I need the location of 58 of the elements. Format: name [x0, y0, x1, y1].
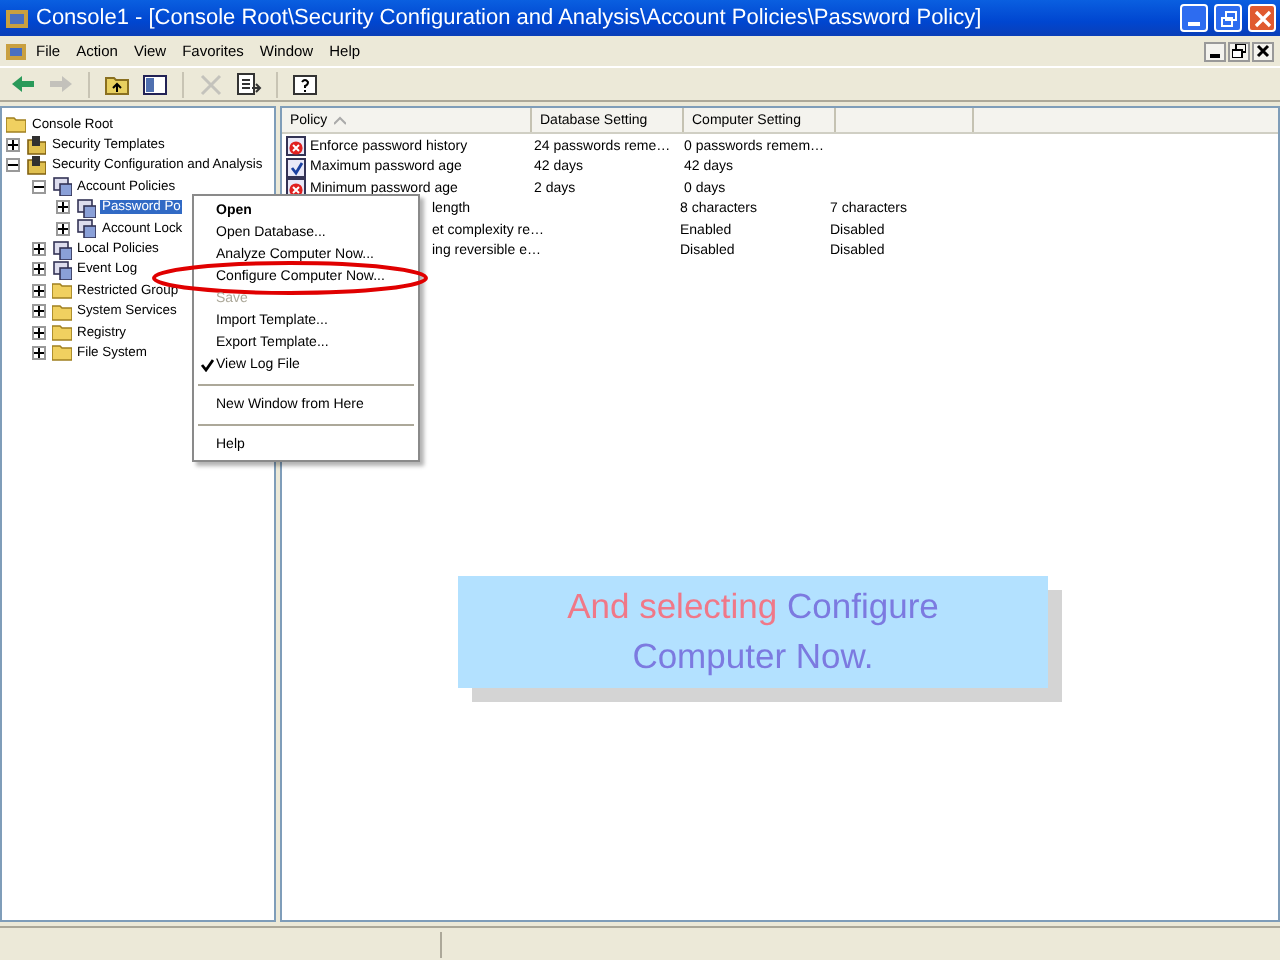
caption-text: And selecting Configure Computer Now.: [565, 584, 941, 680]
pane-icon: [142, 71, 168, 97]
app-icon: [4, 5, 30, 31]
sort-icon: [333, 115, 346, 125]
plus-icon: [33, 306, 43, 317]
expand-toggle[interactable]: [31, 325, 45, 340]
export-list-icon: [236, 71, 262, 97]
policy-icon: [51, 239, 71, 260]
collapse-toggle[interactable]: [31, 179, 45, 194]
close-icon: [1253, 9, 1271, 27]
expand-toggle[interactable]: [6, 138, 20, 153]
plus-icon: [58, 223, 68, 234]
plus-icon: [8, 140, 18, 151]
back-arrow-icon: [10, 71, 36, 97]
policy-icon: [51, 176, 71, 197]
plus-icon: [58, 202, 68, 213]
forward-arrow-icon: [48, 71, 74, 97]
expand-toggle[interactable]: [31, 283, 45, 298]
plus-icon: [33, 347, 43, 358]
minimize-icon: [1188, 22, 1200, 26]
minus-icon: [33, 181, 43, 192]
close-button[interactable]: [1252, 41, 1274, 61]
expand-toggle[interactable]: [56, 200, 70, 215]
help-icon: [292, 71, 318, 97]
policy-icon: [51, 259, 71, 280]
expand-toggle[interactable]: [31, 304, 45, 319]
folder-icon: [51, 301, 71, 322]
folder-up-icon: [104, 71, 130, 97]
folder-icon: [51, 280, 71, 301]
folder-icon: [51, 342, 71, 363]
folder-icon: [51, 322, 71, 343]
minus-icon: [8, 160, 18, 171]
lock-folder-icon: [26, 135, 46, 156]
plus-icon: [33, 285, 43, 296]
plus-icon: [33, 327, 43, 338]
folder-icon: [6, 114, 26, 135]
window-title: Console1 - [Console Root\Security Configuration and Analysis\Account Policies\Password Policy]: [36, 6, 984, 30]
restore-button[interactable]: [1228, 41, 1250, 61]
plus-icon: [33, 264, 43, 275]
collapse-toggle[interactable]: [6, 158, 20, 173]
policy-icon: [76, 218, 96, 239]
expand-toggle[interactable]: [31, 262, 45, 277]
pane-button[interactable]: [138, 69, 172, 99]
expand-toggle[interactable]: [56, 221, 70, 236]
close-icon: [1256, 44, 1270, 58]
help-button[interactable]: [288, 69, 322, 99]
expand-toggle[interactable]: [31, 242, 45, 257]
minimize-button[interactable]: [1204, 41, 1226, 61]
policy-icon: [76, 197, 96, 218]
expand-toggle[interactable]: [31, 345, 45, 360]
restore-icon: [1219, 9, 1237, 27]
plus-icon: [33, 244, 43, 255]
export-list-button[interactable]: [232, 69, 266, 99]
restore-icon: [1232, 44, 1246, 58]
delete-icon: [198, 71, 224, 97]
lock-folder-icon: [26, 155, 46, 176]
minimize-icon: [1210, 53, 1220, 57]
console-icon: [4, 39, 28, 63]
